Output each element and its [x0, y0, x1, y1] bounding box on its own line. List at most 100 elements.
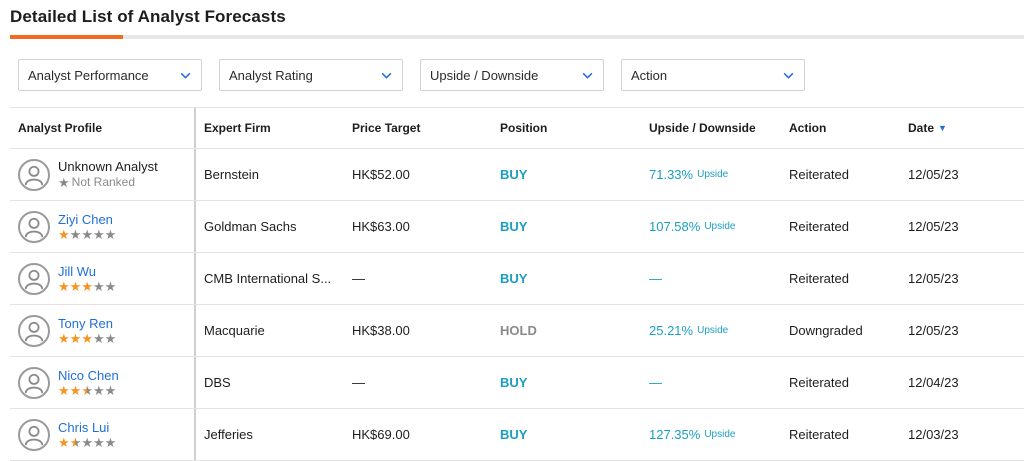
- action-cell: Reiterated: [781, 201, 900, 252]
- title-accent-bar: [10, 35, 123, 39]
- date-cell: 12/04/23: [900, 357, 1024, 408]
- star-icon: ★: [104, 434, 117, 450]
- position-cell: HOLD: [492, 305, 641, 356]
- upside-cell: 127.35% Upside: [641, 409, 781, 460]
- position: BUY: [500, 427, 528, 442]
- user-avatar-icon[interactable]: [18, 210, 50, 243]
- upside-label: Upside: [697, 325, 729, 336]
- person-silhouette-icon: [24, 165, 44, 185]
- star-icon: ★: [81, 434, 93, 450]
- action-cell: Reiterated: [781, 409, 900, 460]
- chevron-down-icon: [783, 72, 794, 79]
- user-avatar-icon[interactable]: [18, 314, 50, 347]
- star-rating: ★ ★ ★ ★ ★: [58, 435, 116, 450]
- position-cell: BUY: [492, 409, 641, 460]
- col-header-analyst-profile[interactable]: Analyst Profile: [10, 108, 196, 148]
- analyst-name[interactable]: Ziyi Chen: [58, 212, 116, 227]
- chevron-down-icon: [180, 72, 191, 79]
- action: Reiterated: [789, 271, 849, 286]
- page-title: Detailed List of Analyst Forecasts: [10, 7, 286, 26]
- user-avatar-icon[interactable]: [18, 158, 50, 191]
- expert-firm: Macquarie: [204, 323, 265, 338]
- filter-action[interactable]: Action: [621, 59, 805, 91]
- filter-label: Upside / Downside: [430, 67, 539, 83]
- star-icon: ★: [58, 382, 70, 398]
- upside-cell: —: [641, 253, 781, 304]
- date-cell: 12/05/23: [900, 253, 1024, 304]
- filter-bar: Analyst Performance Analyst Rating Upsid…: [18, 59, 822, 91]
- analyst-rank: ★ Not Ranked: [58, 174, 158, 190]
- col-header-action[interactable]: Action: [781, 108, 900, 148]
- analyst-profile-cell: Tony Ren ★ ★ ★ ★ ★: [10, 305, 196, 356]
- star-icon: ★: [81, 226, 93, 242]
- position-cell: BUY: [492, 149, 641, 200]
- table-row: Tony Ren ★ ★ ★ ★ ★ Macquarie HK$38.00 HOLD 2…: [10, 305, 1024, 357]
- date: 12/03/23: [908, 427, 959, 442]
- chevron-down-icon: [582, 72, 593, 79]
- date: 12/05/23: [908, 167, 959, 182]
- price-target: HK$69.00: [352, 427, 410, 442]
- analyst-profile-cell: Chris Lui ★ ★ ★ ★ ★: [10, 409, 196, 460]
- expert-firm: Bernstein: [204, 167, 259, 182]
- filter-upside-downside[interactable]: Upside / Downside: [420, 59, 604, 91]
- upside-label: Upside: [704, 221, 736, 232]
- analyst-profile-cell: Unknown Analyst ★ Not Ranked: [10, 149, 196, 200]
- price-target: HK$38.00: [352, 323, 410, 338]
- filter-analyst-performance[interactable]: Analyst Performance: [18, 59, 202, 91]
- col-header-position[interactable]: Position: [492, 108, 641, 148]
- action-cell: Reiterated: [781, 149, 900, 200]
- star-icon: ★: [69, 226, 82, 242]
- col-header-expert-firm[interactable]: Expert Firm: [196, 108, 344, 148]
- date-cell: 12/05/23: [900, 149, 1024, 200]
- position: BUY: [500, 219, 528, 234]
- user-avatar-icon[interactable]: [18, 262, 50, 295]
- analyst-name[interactable]: Tony Ren: [58, 316, 116, 331]
- upside-value: 71.33%: [649, 167, 694, 182]
- star-icon: ★: [104, 382, 117, 398]
- expert-firm-cell: Macquarie: [196, 305, 344, 356]
- filter-label: Action: [631, 67, 668, 83]
- price-target-cell: HK$52.00: [344, 149, 492, 200]
- col-header-date[interactable]: Date ▼: [900, 108, 1024, 148]
- price-target-cell: —: [344, 253, 492, 304]
- star-rating: ★ ★ ★ ★ ★: [58, 383, 116, 398]
- upside-value: —: [649, 271, 662, 286]
- date: 12/04/23: [908, 375, 959, 390]
- star-icon: ★: [69, 382, 82, 398]
- expert-firm: Goldman Sachs: [204, 219, 297, 234]
- analyst-name[interactable]: Jill Wu: [58, 264, 116, 279]
- table-header-row: Analyst Profile Expert Firm Price Target…: [10, 108, 1024, 149]
- user-avatar-icon[interactable]: [18, 418, 50, 451]
- action: Reiterated: [789, 219, 849, 234]
- expert-firm-cell: Jefferies: [196, 409, 344, 460]
- analyst-name[interactable]: Nico Chen: [58, 368, 119, 383]
- analyst-rank: ★ ★ ★ ★ ★: [58, 435, 116, 450]
- analyst-profile-cell: Ziyi Chen ★ ★ ★ ★ ★: [10, 201, 196, 252]
- expert-firm: DBS: [204, 375, 231, 390]
- chevron-down-icon: [381, 72, 392, 79]
- filter-label: Analyst Performance: [28, 67, 149, 83]
- star-icon: ★: [92, 330, 105, 346]
- analyst-name[interactable]: Chris Lui: [58, 420, 116, 435]
- star-icon: ★: [92, 382, 105, 398]
- table-row: Jill Wu ★ ★ ★ ★ ★ CMB International S... — B…: [10, 253, 1024, 305]
- table-row: Nico Chen ★ ★ ★ ★ ★ DBS — BUY — Reiterated 1…: [10, 357, 1024, 409]
- upside-cell: —: [641, 357, 781, 408]
- table-row: Unknown Analyst ★ Not Ranked Bernstein H…: [10, 149, 1024, 201]
- col-header-date-label: Date: [908, 121, 935, 135]
- analyst-rank: ★ ★ ★ ★ ★: [58, 227, 116, 242]
- analyst-rank: ★ ★ ★ ★ ★: [58, 279, 116, 294]
- position-cell: BUY: [492, 201, 641, 252]
- upside-cell: 71.33% Upside: [641, 149, 781, 200]
- star-rating: ★ ★ ★ ★ ★: [58, 279, 116, 294]
- date: 12/05/23: [908, 219, 959, 234]
- user-avatar-icon[interactable]: [18, 366, 50, 399]
- action: Reiterated: [789, 427, 849, 442]
- star-icon: ★: [58, 434, 70, 450]
- person-silhouette-icon: [24, 425, 44, 445]
- col-header-upside-downside[interactable]: Upside / Downside: [641, 108, 781, 148]
- col-header-price-target[interactable]: Price Target: [344, 108, 492, 148]
- filter-analyst-rating[interactable]: Analyst Rating: [219, 59, 403, 91]
- date-cell: 12/05/23: [900, 305, 1024, 356]
- expert-firm-cell: DBS: [196, 357, 344, 408]
